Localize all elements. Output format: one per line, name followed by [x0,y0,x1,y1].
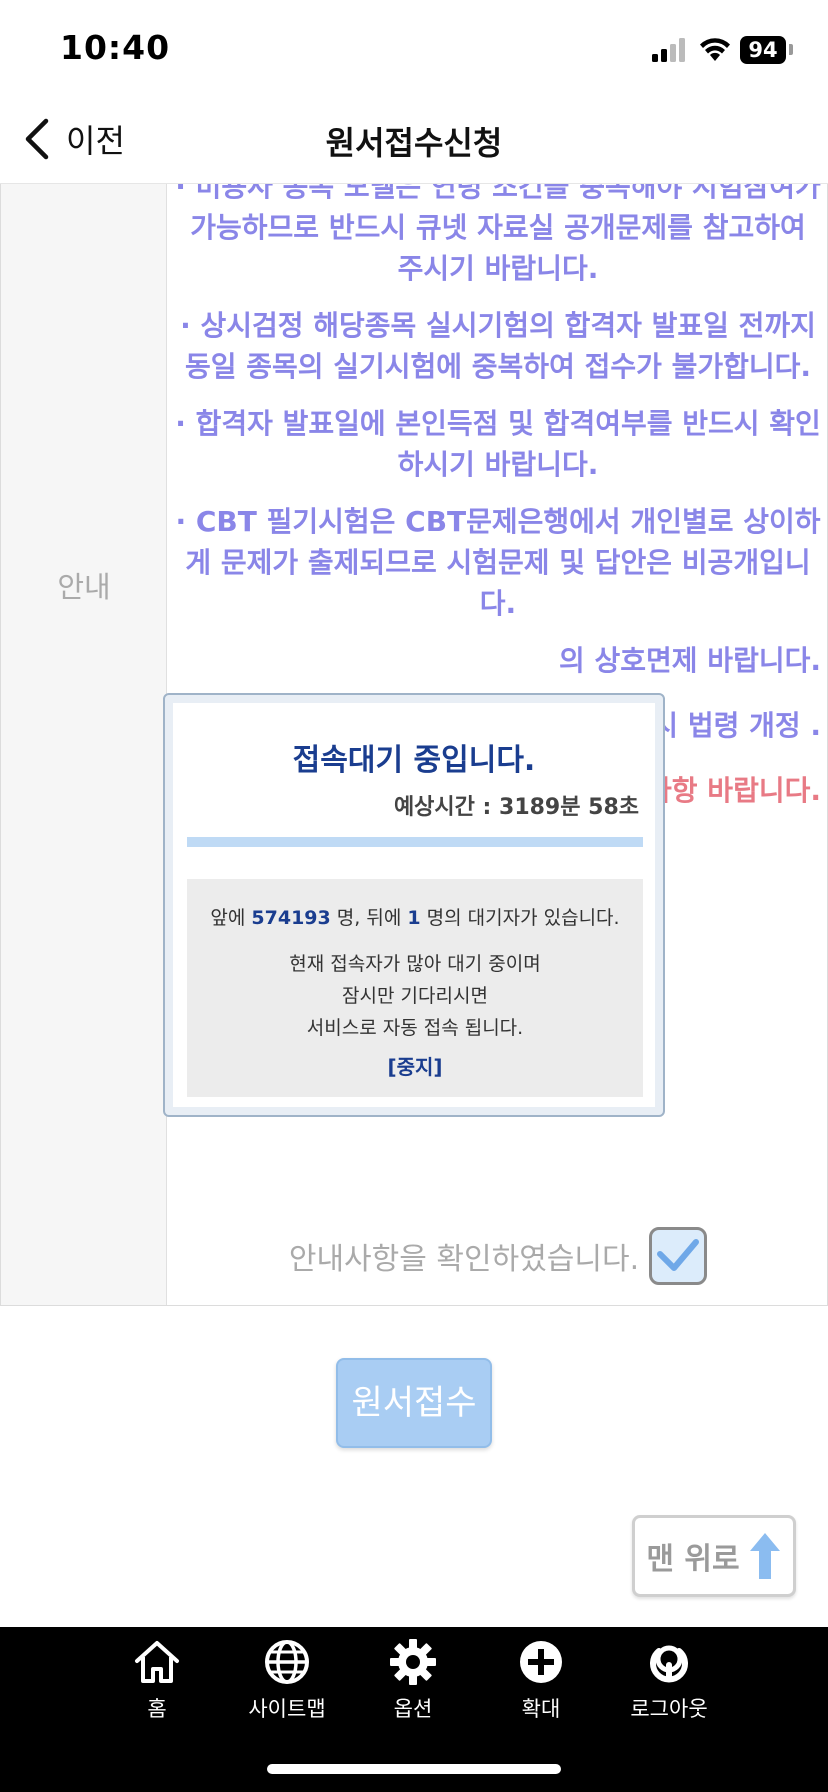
wait-message-1: 현재 접속자가 많아 대기 중이며 [289,953,541,975]
cellular-signal-icon [652,38,685,62]
notice-item: · 미용사 종목 모델은 연령 조건을 충족해야 시험참여가 가능하므로 반드시… [175,184,821,285]
tab-label: 확대 [521,1697,561,1721]
gear-icon [390,1639,436,1685]
battery-indicator: 94 [740,36,786,64]
wait-message-3: 서비스로 자동 접속 됩니다. [306,1017,524,1039]
queue-prefix: 앞에 [210,907,246,929]
tab-label: 옵션 [393,1697,433,1721]
notice-label: 안내 [57,570,111,604]
status-time: 10:40 [60,28,171,67]
globe-icon [265,1640,309,1684]
nav-header: 이전 원서접수신청 [0,96,828,184]
tab-label: 사이트맵 [248,1697,326,1721]
logout-icon [650,1645,688,1683]
arrow-up-icon [749,1533,780,1579]
status-bar: 10:40 94 [0,0,828,96]
home-indicator[interactable] [267,1764,561,1774]
confirm-checkbox[interactable] [649,1227,708,1285]
tab-label: 홈 [147,1697,167,1721]
scroll-top-label: 맨 위로 [646,1542,740,1577]
behind-count: 1 [407,907,421,929]
ahead-count: 574193 [251,907,331,929]
notice-item: · 합격자 발표일에 본인득점 및 합격여부를 반드시 확인하시기 바랍니다. [175,407,821,481]
estimated-time: 예상시간 : 3189분 58초 [393,795,639,820]
modal-title: 접속대기 중입니다. [292,743,536,778]
submit-application-button[interactable]: 원서접수 [336,1358,492,1448]
checkmark-icon [657,1239,700,1271]
confirm-text: 안내사항을 확인하였습니다. [288,1242,640,1277]
notice-item: · CBT 필기시험은 CBT문제은행에서 개인별로 상이하게 문제가 출제되므… [175,505,821,620]
queue-mid: 명, 뒤에 [336,907,402,929]
tab-zoom[interactable]: 확대 [486,1637,596,1723]
tab-options[interactable]: 옵션 [358,1637,468,1723]
battery-tip [789,44,793,55]
notice-item: 의 상호면제 바랍니다. [559,644,821,677]
tab-label: 로그아웃 [630,1697,708,1721]
wait-info-box: 앞에 574193 명, 뒤에 1 명의 대기자가 있습니다. 현재 접속자가 … [187,879,643,1097]
notice-label-cell: 안내 [1,184,167,1305]
wifi-icon [700,38,730,61]
tab-home[interactable]: 홈 [102,1637,212,1723]
tab-logout[interactable]: 로그아웃 [614,1637,724,1723]
tab-sitemap[interactable]: 사이트맵 [232,1637,342,1723]
confirm-row: 안내사항을 확인하였습니다. [167,1226,828,1286]
stop-waiting-link[interactable]: [중지] [187,1051,643,1080]
waiting-modal: 접속대기 중입니다. 예상시간 : 3189분 58초 앞에 574193 명,… [163,693,665,1117]
page-title: 원서접수신청 [325,124,503,162]
wait-message-2: 잠시만 기다리시면 [342,985,488,1007]
notice-item: · 상시검정 해당종목 실시기험의 합격자 발표일 전까지 동일 종목의 실기시… [180,309,816,383]
queue-suffix: 명의 대기자가 있습니다. [426,907,620,929]
queue-status: 앞에 574193 명, 뒤에 1 명의 대기자가 있습니다. [187,903,643,930]
scroll-top-button[interactable]: 맨 위로 [632,1515,796,1597]
home-icon [135,1641,179,1683]
plus-circle-icon [520,1641,562,1683]
progress-bar [187,837,643,847]
waiting-modal-body: 접속대기 중입니다. 예상시간 : 3189분 58초 앞에 574193 명,… [175,705,653,1105]
